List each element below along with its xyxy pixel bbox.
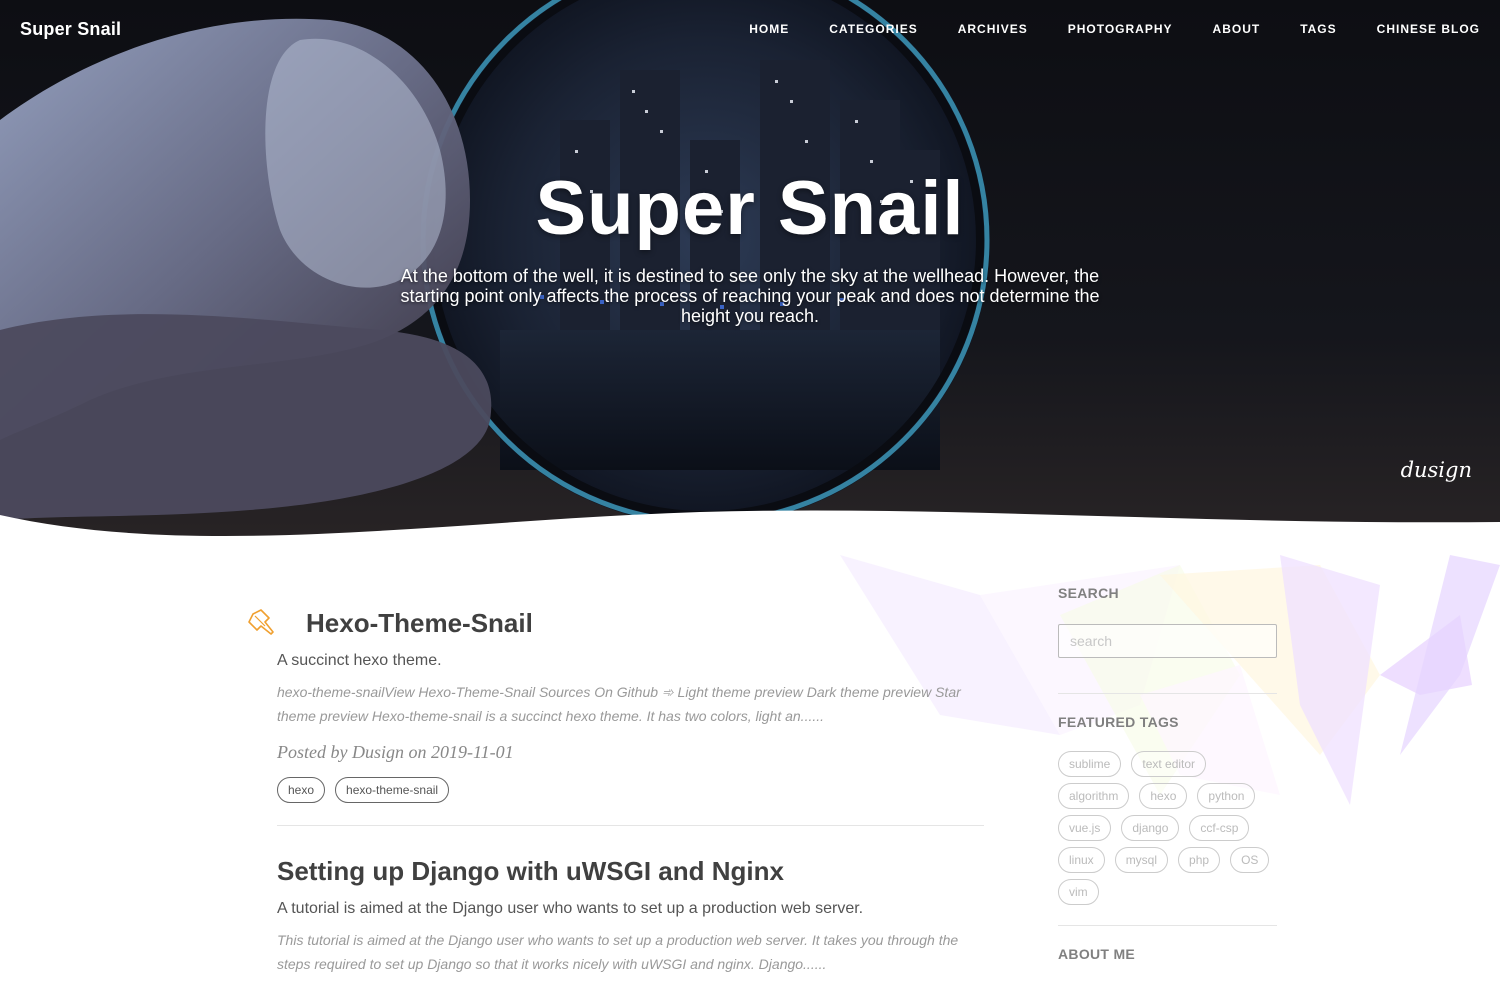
post-excerpt: This tutorial is aimed at the Django use… (277, 932, 959, 972)
search-heading: SEARCH (1058, 585, 1119, 601)
brand-logo[interactable]: Super Snail (20, 19, 121, 40)
post-subtitle: A succinct hexo theme. (277, 652, 442, 669)
featured-tag-os[interactable]: OS (1230, 847, 1270, 873)
featured-tag-text-editor[interactable]: text editor (1131, 751, 1207, 777)
hero-subtitle: At the bottom of the well, it is destine… (400, 266, 1100, 326)
nav-photography[interactable]: PHOTOGRAPHY (1068, 22, 1173, 36)
post-preview[interactable]: Hexo-Theme-Snail A succinct hexo theme. … (248, 600, 984, 803)
featured-tag-mysql[interactable]: mysql (1114, 847, 1169, 873)
nav-categories[interactable]: CATEGORIES (829, 22, 917, 36)
pin-icon (248, 609, 274, 635)
featured-tag-algorithm[interactable]: algorithm (1058, 783, 1130, 809)
post-subtitle: A tutorial is aimed at the Django user w… (277, 900, 864, 917)
hero-text-block: Super Snail At the bottom of the well, i… (0, 165, 1500, 326)
featured-tags-cloud: sublime text editor algorithm hexo pytho… (1058, 751, 1283, 911)
hero-title: Super Snail (535, 166, 965, 251)
top-navbar: Super Snail HOME CATEGORIES ARCHIVES PHO… (0, 0, 1500, 60)
main-menu: HOME CATEGORIES ARCHIVES PHOTOGRAPHY ABO… (709, 22, 1480, 36)
about-me-heading: ABOUT ME (1058, 946, 1136, 962)
featured-tag-hexo[interactable]: hexo (1139, 783, 1188, 809)
post-tags: hexo hexo-theme-snail (277, 777, 984, 803)
watermark-signature: dusign (1400, 458, 1472, 482)
post-preview[interactable]: Setting up Django with uWSGI and Nginx A… (262, 848, 984, 976)
nav-about[interactable]: ABOUT (1213, 22, 1261, 36)
search-input[interactable] (1058, 624, 1277, 658)
post-meta: Posted by Dusign on 2019-11-01 (277, 742, 514, 762)
nav-archives[interactable]: ARCHIVES (958, 22, 1028, 36)
tag-hexo-theme-snail[interactable]: hexo-theme-snail (335, 777, 450, 803)
featured-tag-ccf-csp[interactable]: ccf-csp (1189, 815, 1250, 841)
nav-tags[interactable]: TAGS (1300, 22, 1336, 36)
nav-chinese-blog[interactable]: CHINESE BLOG (1377, 22, 1480, 36)
post-excerpt: hexo-theme-snailView Hexo-Theme-Snail So… (277, 684, 961, 724)
nav-home[interactable]: HOME (749, 22, 789, 36)
featured-tag-vuejs[interactable]: vue.js (1058, 815, 1112, 841)
featured-tag-php[interactable]: php (1178, 847, 1221, 873)
featured-tags-heading: FEATURED TAGS (1058, 714, 1179, 730)
sidebar-divider (1058, 693, 1277, 694)
sidebar: SEARCH FEATURED TAGS sublime text editor… (1058, 585, 1277, 962)
post-title[interactable]: Hexo-Theme-Snail (277, 600, 984, 646)
featured-tag-python[interactable]: python (1197, 783, 1256, 809)
featured-tag-vim[interactable]: vim (1058, 879, 1099, 905)
featured-tag-sublime[interactable]: sublime (1058, 751, 1122, 777)
hero-header: Super Snail HOME CATEGORIES ARCHIVES PHO… (0, 0, 1500, 560)
post-list: Hexo-Theme-Snail A succinct hexo theme. … (248, 600, 984, 976)
featured-tag-django[interactable]: django (1121, 815, 1180, 841)
sidebar-divider (1058, 925, 1277, 926)
post-divider (277, 825, 984, 826)
featured-tag-linux[interactable]: linux (1058, 847, 1105, 873)
tag-hexo[interactable]: hexo (277, 777, 326, 803)
post-title[interactable]: Setting up Django with uWSGI and Nginx (277, 848, 984, 894)
